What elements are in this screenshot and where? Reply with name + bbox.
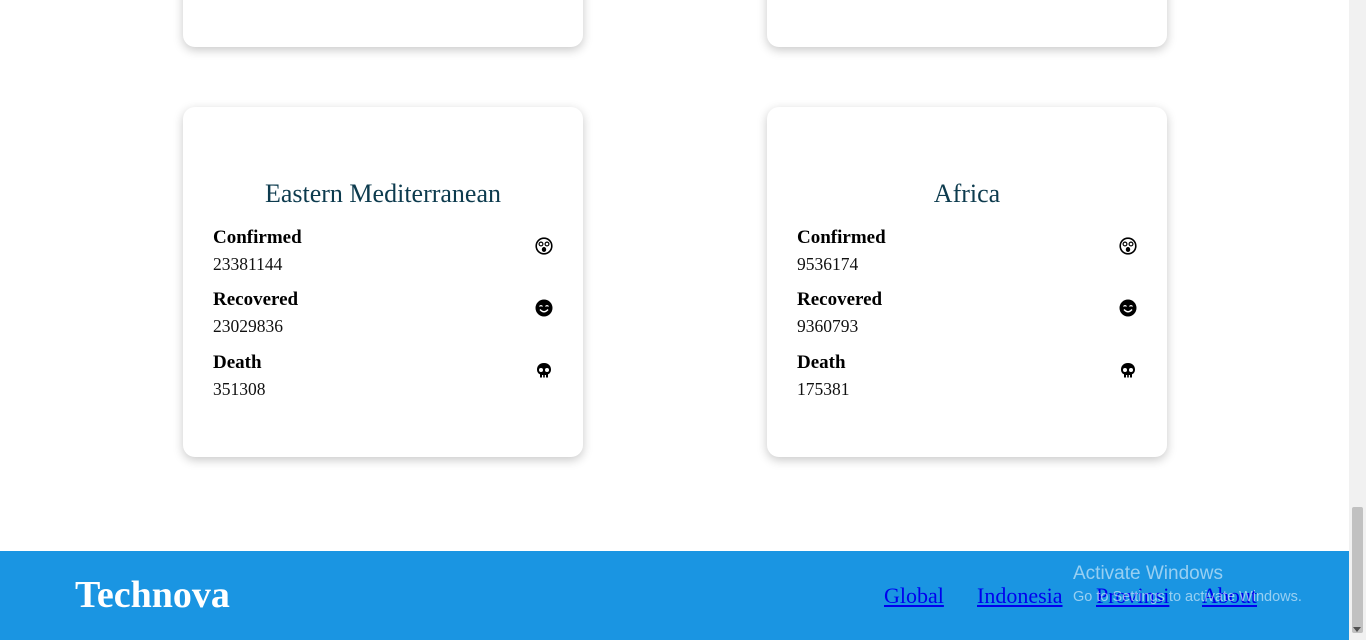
stat-confirmed: Confirmed 9536174	[797, 227, 1137, 277]
scrollbar-thumb[interactable]	[1352, 507, 1363, 633]
stat-label: Recovered	[797, 289, 883, 310]
nav-link-about[interactable]: About	[1202, 583, 1257, 609]
page: Eastern Mediterranean Confirmed 23381144…	[0, 0, 1349, 640]
stat-value: 23381144	[213, 254, 283, 274]
stat-label: Confirmed	[213, 227, 302, 248]
footer-brand: Technova	[75, 574, 230, 616]
nav-link-provinsi[interactable]: Provinsi	[1096, 583, 1169, 609]
stat-label: Confirmed	[797, 227, 886, 248]
region-card-partial	[767, 0, 1167, 47]
nav-link-indonesia[interactable]: Indonesia	[977, 583, 1063, 609]
region-title: Eastern Mediterranean	[264, 179, 502, 208]
smiling-face-icon	[535, 299, 553, 317]
stat-value: 175381	[797, 379, 850, 399]
region-title: Africa	[933, 179, 1001, 208]
skull-icon	[537, 363, 551, 378]
stat-recovered: Recovered 9360793	[797, 289, 1137, 339]
stat-label: Death	[797, 352, 846, 373]
skull-icon	[1121, 363, 1135, 378]
footer: Technova Global Indonesia Provinsi About	[0, 551, 1349, 640]
stat-value: 351308	[213, 379, 266, 399]
region-card-africa: Africa Confirmed 9536174 Recovered 93607…	[767, 107, 1167, 457]
stat-confirmed: Confirmed 23381144	[213, 227, 553, 277]
scroll-down-arrow-icon[interactable]	[1353, 627, 1361, 632]
stat-value: 23029836	[213, 316, 283, 336]
stat-death: Death 351308	[213, 352, 553, 402]
astonished-face-icon	[535, 237, 553, 255]
vertical-scrollbar[interactable]	[1349, 0, 1366, 640]
stat-value: 9360793	[797, 316, 859, 336]
stat-value: 9536174	[797, 254, 859, 274]
region-card-eastern-mediterranean: Eastern Mediterranean Confirmed 23381144…	[183, 107, 583, 457]
stat-death: Death 175381	[797, 352, 1137, 402]
stat-label: Recovered	[213, 289, 299, 310]
smiling-face-icon	[1119, 299, 1137, 317]
astonished-face-icon	[1119, 237, 1137, 255]
stat-recovered: Recovered 23029836	[213, 289, 553, 339]
stat-label: Death	[213, 352, 262, 373]
region-card-partial	[183, 0, 583, 47]
nav-link-global[interactable]: Global	[884, 583, 944, 609]
